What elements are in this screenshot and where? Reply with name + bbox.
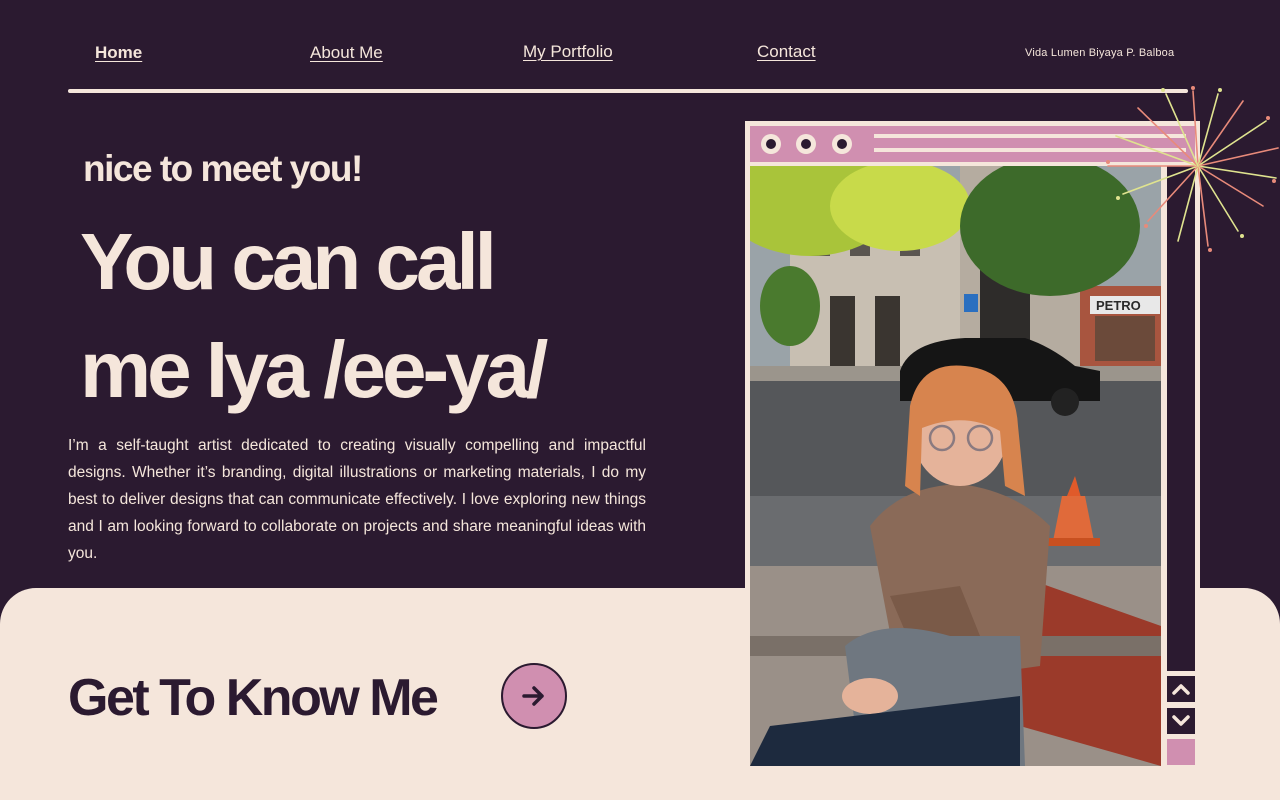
chevron-down-icon — [1172, 715, 1190, 726]
scrollbar-thumb[interactable] — [1167, 739, 1195, 765]
window-dot-icon[interactable] — [796, 134, 816, 154]
nav-link-about-me[interactable]: About Me — [310, 43, 383, 63]
get-to-know-me-heading[interactable]: Get To Know Me — [68, 668, 439, 728]
bio-paragraph: I’m a self-taught artist dedicated to cr… — [68, 437, 646, 562]
chevron-up-icon — [1172, 684, 1190, 695]
nav-link-my-portfolio[interactable]: My Portfolio — [523, 42, 613, 62]
window-dot-icon[interactable] — [761, 134, 781, 154]
firework-icon — [1106, 86, 1279, 252]
window-dot-icon[interactable] — [832, 134, 852, 154]
store-sign: PETRO — [1096, 298, 1141, 313]
profile-photo: PETRO — [750, 166, 1161, 766]
headline-line-1: You can call — [80, 217, 497, 306]
nav-link-contact[interactable]: Contact — [757, 42, 816, 62]
greeting-text: nice to meet you! — [83, 148, 363, 189]
hero-headline: You can call me Iya /ee-ya/ — [80, 208, 548, 424]
get-to-know-me-button[interactable] — [501, 663, 567, 729]
nav-link-home[interactable]: Home — [95, 43, 142, 63]
scroll-up-button[interactable] — [1167, 676, 1195, 702]
scroll-down-button[interactable] — [1167, 708, 1195, 734]
headline-line-2: me Iya /ee-ya/ — [80, 325, 548, 414]
arrow-right-icon — [522, 686, 544, 706]
nav-divider — [68, 89, 1188, 93]
owner-name: Vida Lumen Biyaya P. Balboa — [1025, 47, 1175, 59]
